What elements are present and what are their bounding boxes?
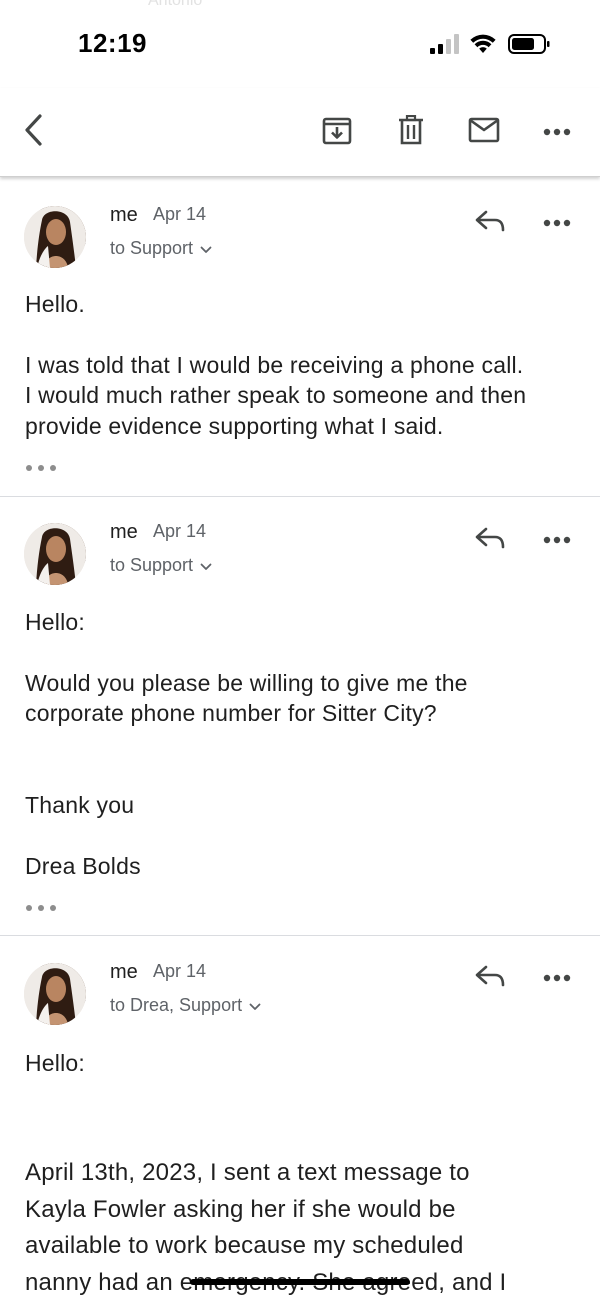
back-button[interactable] bbox=[12, 110, 56, 154]
trimmed-dot bbox=[38, 905, 44, 911]
recipients-toggle[interactable]: to Drea, Support bbox=[110, 995, 261, 1016]
reply-button[interactable] bbox=[470, 203, 510, 243]
home-indicator[interactable] bbox=[190, 1279, 410, 1285]
reply-button[interactable] bbox=[470, 520, 510, 560]
more-icon bbox=[543, 969, 571, 987]
more-options-button[interactable] bbox=[535, 110, 579, 154]
message-date: Apr 14 bbox=[153, 204, 207, 224]
sender-name: me bbox=[110, 204, 138, 226]
body-line: April 13th, 2023, I sent a text message … bbox=[25, 1159, 470, 1186]
recipients-text: to Support bbox=[110, 555, 194, 575]
trimmed-dot bbox=[50, 465, 56, 471]
recipients-text: to Drea, Support bbox=[110, 995, 243, 1015]
message-more-button[interactable] bbox=[537, 203, 577, 243]
body-line: Hello: bbox=[25, 1050, 86, 1076]
archive-button[interactable] bbox=[315, 110, 359, 154]
ghost-text: Antonio bbox=[148, 0, 203, 9]
body-line: provide evidence supporting what I said. bbox=[25, 413, 444, 439]
more-icon bbox=[543, 123, 571, 141]
battery-icon bbox=[508, 34, 550, 54]
trimmed-dot bbox=[26, 905, 32, 911]
body-line: I would much rather speak to someone and… bbox=[25, 382, 527, 408]
reply-icon bbox=[475, 527, 505, 554]
message-date: Apr 14 bbox=[153, 521, 207, 541]
body-line: Hello: bbox=[25, 609, 86, 635]
status-time: 12:19 bbox=[78, 28, 147, 58]
wifi-icon bbox=[470, 34, 496, 54]
reply-icon bbox=[475, 210, 505, 237]
message-2[interactable]: me Apr 14 to Support Hello: Would you pl… bbox=[0, 497, 600, 935]
message-more-button[interactable] bbox=[537, 958, 577, 998]
chevron-down-icon bbox=[200, 555, 212, 576]
toolbar bbox=[0, 88, 600, 177]
avatar bbox=[24, 206, 86, 268]
sender-name: me bbox=[110, 961, 138, 983]
trimmed-dot bbox=[50, 905, 56, 911]
message-3[interactable]: me Apr 14 to Drea, Support Hello: April … bbox=[0, 936, 600, 1300]
archive-icon bbox=[322, 115, 352, 150]
body-line: available to work because my scheduled bbox=[25, 1232, 464, 1259]
body-line: I was told that I would be receiving a p… bbox=[25, 352, 524, 378]
cellular-signal-icon bbox=[430, 34, 460, 54]
recipients-toggle[interactable]: to Support bbox=[110, 555, 212, 576]
message-1[interactable]: me Apr 14 to Support Hello. I was told t… bbox=[0, 176, 600, 496]
mark-unread-icon bbox=[468, 117, 500, 148]
chevron-down-icon bbox=[249, 995, 261, 1016]
mark-unread-button[interactable] bbox=[462, 110, 506, 154]
trimmed-dot bbox=[26, 465, 32, 471]
avatar bbox=[24, 523, 86, 585]
sender-name: me bbox=[110, 521, 138, 543]
status-icons bbox=[430, 32, 550, 56]
body-line: Hello. bbox=[25, 291, 86, 317]
body-line: Would you please be willing to give me t… bbox=[25, 670, 468, 696]
delete-button[interactable] bbox=[389, 110, 433, 154]
message-more-button[interactable] bbox=[537, 520, 577, 560]
more-icon bbox=[543, 214, 571, 232]
show-trimmed-content-button[interactable] bbox=[26, 462, 56, 474]
message-date: Apr 14 bbox=[153, 961, 207, 981]
body-line: corporate phone number for Sitter City? bbox=[25, 700, 437, 726]
avatar bbox=[24, 963, 86, 1025]
reply-icon bbox=[475, 965, 505, 992]
chevron-down-icon bbox=[200, 238, 212, 259]
recipients-text: to Support bbox=[110, 238, 194, 258]
body-line: Thank you bbox=[25, 792, 135, 818]
back-icon bbox=[22, 113, 46, 151]
trimmed-dot bbox=[38, 465, 44, 471]
delete-icon bbox=[398, 114, 424, 150]
body-line: Kayla Fowler asking her if she would be bbox=[25, 1196, 456, 1223]
more-icon bbox=[543, 531, 571, 549]
show-trimmed-content-button[interactable] bbox=[26, 902, 56, 914]
status-bar: Antonio 12:19 bbox=[0, 0, 600, 88]
recipients-toggle[interactable]: to Support bbox=[110, 238, 212, 259]
reply-button[interactable] bbox=[470, 958, 510, 998]
body-line: Drea Bolds bbox=[25, 853, 141, 879]
